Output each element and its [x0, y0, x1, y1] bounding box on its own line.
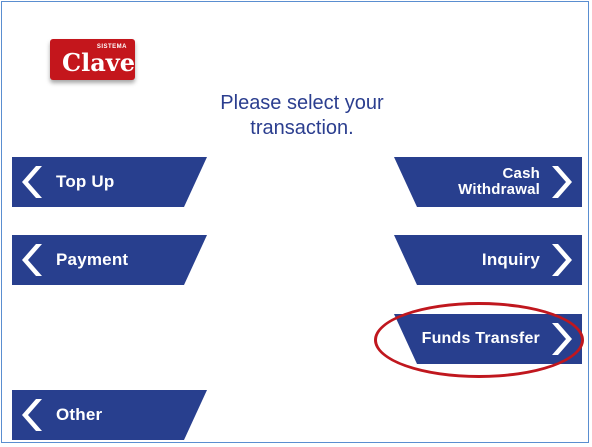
prompt-line-2: transaction. [250, 117, 354, 139]
other-label: Other [56, 405, 103, 424]
top-up-button[interactable]: Top Up [12, 157, 207, 207]
atm-screen: SISTEMA Clave Please select your transac… [1, 1, 589, 443]
inquiry-label: Inquiry [481, 250, 540, 269]
funds-transfer-label: Funds Transfer [421, 330, 540, 347]
cash-withdrawal-button[interactable]: Cash Withdrawal [394, 157, 582, 207]
other-button[interactable]: Other [12, 390, 207, 440]
other-button-shape [12, 390, 207, 440]
logo-wordmark: Clave [62, 48, 135, 77]
cash-withdrawal-label-line-2: Withdrawal [458, 181, 540, 198]
prompt-line-1: Please select your [220, 92, 384, 114]
payment-button[interactable]: Payment [12, 235, 207, 285]
cash-withdrawal-label-line-1: Cash [502, 165, 540, 182]
clave-logo: SISTEMA Clave [50, 39, 135, 80]
payment-label: Payment [56, 250, 129, 269]
inquiry-button[interactable]: Inquiry [394, 235, 582, 285]
funds-transfer-button[interactable]: Funds Transfer [394, 314, 582, 364]
transaction-prompt: Please select your transaction. [152, 91, 452, 141]
top-up-label: Top Up [56, 172, 115, 191]
cash-withdrawal-label: Cash Withdrawal [458, 157, 540, 207]
